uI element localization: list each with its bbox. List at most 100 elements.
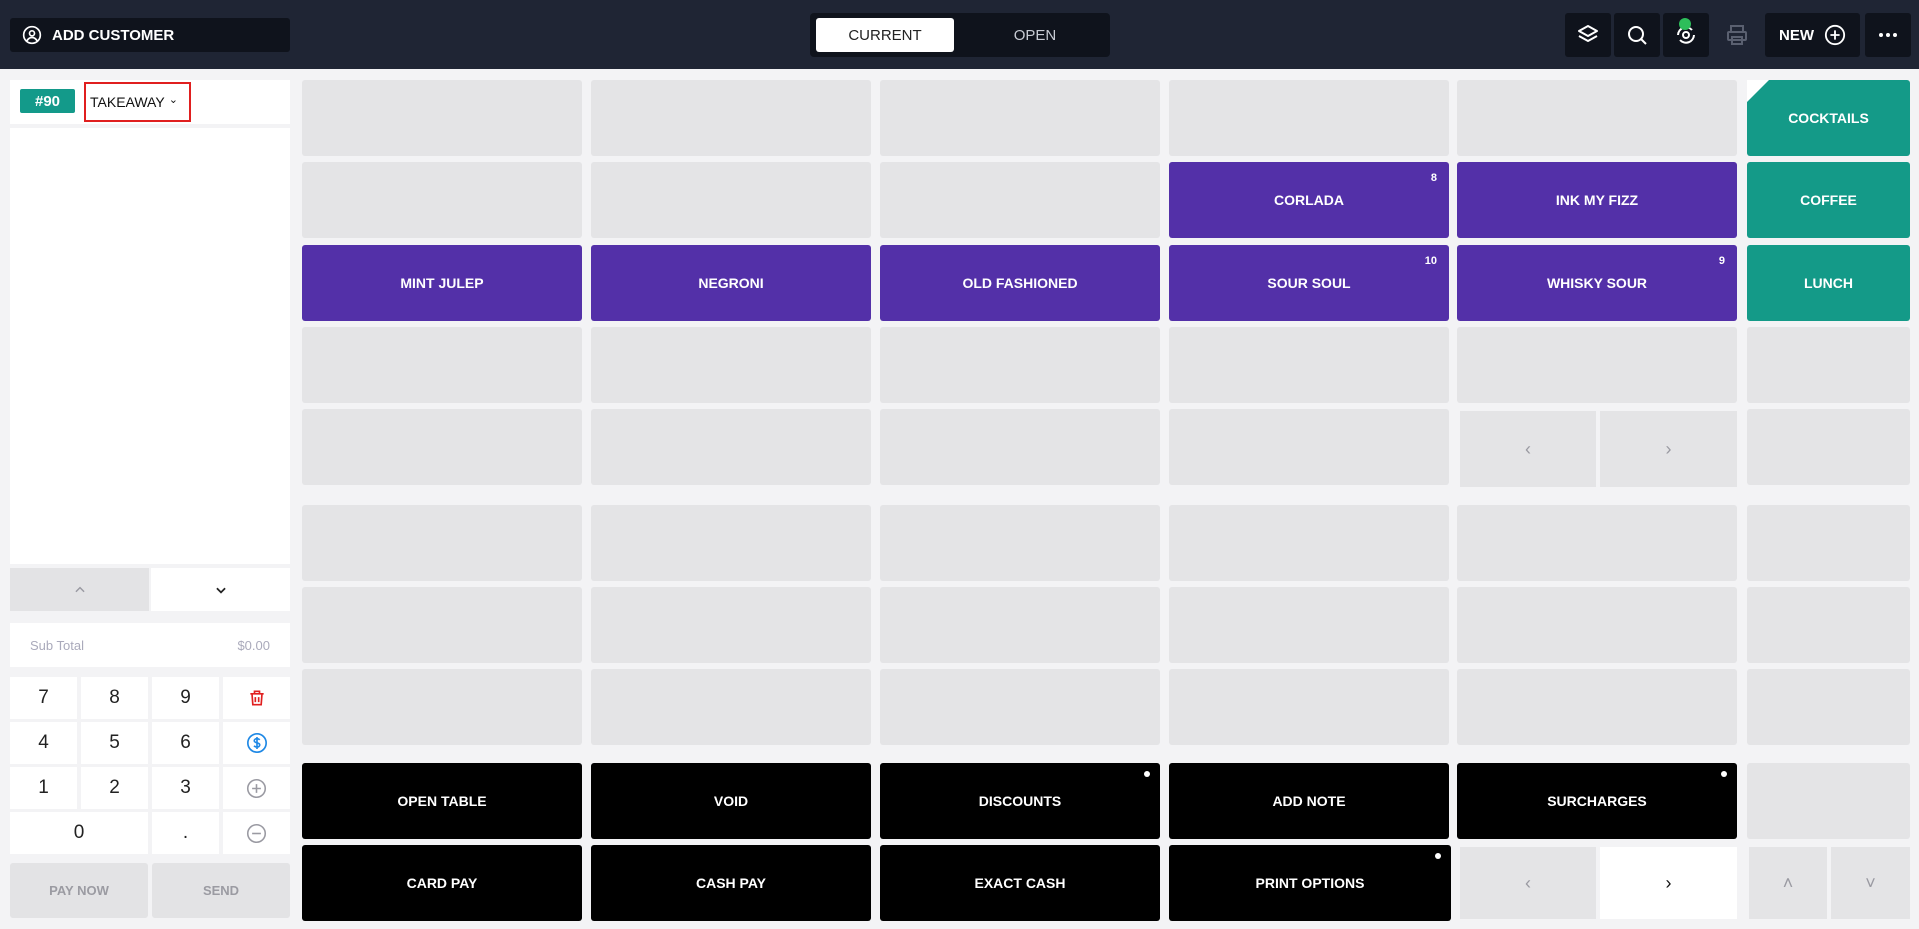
category-slot-empty[interactable] (1747, 327, 1910, 403)
product-slot-empty[interactable] (302, 505, 582, 581)
surcharges-button[interactable]: SURCHARGES (1457, 763, 1737, 839)
key-5[interactable]: 5 (81, 722, 148, 764)
send-button[interactable]: SEND (152, 863, 290, 918)
category-slot-empty[interactable] (1747, 409, 1910, 485)
product-ink-my-fizz[interactable]: INK MY FIZZ (1457, 162, 1737, 238)
product-slot-empty[interactable] (1457, 669, 1737, 745)
product-slot-empty[interactable] (1457, 587, 1737, 663)
price-button[interactable] (223, 722, 290, 764)
product-slot-empty[interactable] (1169, 505, 1449, 581)
category-coffee[interactable]: COFFEE (1747, 162, 1910, 238)
key-3[interactable]: 3 (152, 767, 219, 809)
add-customer-button[interactable]: ADD CUSTOMER (10, 18, 290, 52)
action-page-prev-button[interactable]: ‹ (1460, 847, 1596, 919)
order-type-dropdown[interactable]: TAKEAWAY ⌄ (84, 82, 191, 122)
action-label: CARD PAY (406, 875, 478, 891)
key-4[interactable]: 4 (10, 722, 77, 764)
product-negroni[interactable]: NEGRONI (591, 245, 871, 321)
product-page-next-button[interactable]: › (1600, 411, 1737, 487)
exact-cash-button[interactable]: EXACT CASH (880, 845, 1160, 921)
stock-badge: 8 (1430, 172, 1437, 184)
product-slot-empty[interactable] (302, 327, 582, 403)
action-page-next-button[interactable]: › (1600, 847, 1737, 919)
product-whisky-sour[interactable]: WHISKY SOUR 9 (1457, 245, 1737, 321)
product-slot-empty[interactable] (880, 327, 1160, 403)
product-sour-soul[interactable]: SOUR SOUL 10 (1169, 245, 1449, 321)
category-slot-empty[interactable] (1747, 763, 1910, 839)
product-slot-empty[interactable] (880, 162, 1160, 238)
product-slot-empty[interactable] (1169, 587, 1449, 663)
category-lunch[interactable]: LUNCH (1747, 245, 1910, 321)
order-view-toggle: CURRENT OPEN (810, 13, 1110, 57)
key-7[interactable]: 7 (10, 677, 77, 719)
scroll-up-button[interactable] (10, 568, 149, 611)
discounts-button[interactable]: DISCOUNTS (880, 763, 1160, 839)
open-table-button[interactable]: OPEN TABLE (302, 763, 582, 839)
category-scroll-down-button[interactable]: ˅ (1831, 847, 1910, 919)
category-cocktails[interactable]: COCKTAILS (1747, 80, 1910, 156)
plus-circle-icon (1824, 24, 1846, 46)
product-slot-empty[interactable] (591, 162, 871, 238)
category-slot-empty[interactable] (1747, 669, 1910, 745)
decrease-qty-button[interactable] (223, 812, 290, 854)
product-slot-empty[interactable] (302, 162, 582, 238)
cash-pay-button[interactable]: CASH PAY (591, 845, 871, 921)
order-items-list[interactable] (10, 128, 290, 564)
product-slot-empty[interactable] (880, 587, 1160, 663)
key-0[interactable]: 0 (10, 812, 148, 854)
product-slot-empty[interactable] (1457, 327, 1737, 403)
product-old-fashioned[interactable]: OLD FASHIONED (880, 245, 1160, 321)
plus-circle-icon (246, 778, 267, 798)
product-slot-empty[interactable] (302, 409, 582, 485)
product-slot-empty[interactable] (1457, 505, 1737, 581)
product-slot-empty[interactable] (1169, 80, 1449, 156)
void-button[interactable]: VOID (591, 763, 871, 839)
pay-now-button[interactable]: PAY NOW (10, 863, 148, 918)
product-page-prev-button[interactable]: ‹ (1460, 411, 1596, 487)
more-menu-button[interactable] (1865, 13, 1911, 57)
product-slot-empty[interactable] (591, 327, 871, 403)
product-name: INK MY FIZZ (1555, 192, 1639, 208)
print-button[interactable] (1714, 13, 1760, 57)
print-options-button[interactable]: PRINT OPTIONS (1169, 845, 1451, 921)
product-mint-julep[interactable]: MINT JULEP (302, 245, 582, 321)
product-slot-empty[interactable] (880, 669, 1160, 745)
product-slot-empty[interactable] (302, 669, 582, 745)
product-slot-empty[interactable] (302, 80, 582, 156)
new-order-button[interactable]: NEW (1765, 13, 1860, 57)
increase-qty-button[interactable] (223, 767, 290, 809)
key-2[interactable]: 2 (81, 767, 148, 809)
search-button[interactable] (1614, 13, 1660, 57)
add-note-button[interactable]: ADD NOTE (1169, 763, 1449, 839)
product-slot-empty[interactable] (1169, 409, 1449, 485)
key-8[interactable]: 8 (81, 677, 148, 719)
category-scroll-up-button[interactable]: ˄ (1749, 847, 1827, 919)
product-slot-empty[interactable] (591, 80, 871, 156)
stock-badge: 10 (1424, 255, 1437, 267)
delete-button[interactable] (223, 677, 290, 719)
product-slot-empty[interactable] (302, 587, 582, 663)
product-slot-empty[interactable] (880, 505, 1160, 581)
product-slot-empty[interactable] (1169, 327, 1449, 403)
product-slot-empty[interactable] (591, 669, 871, 745)
card-pay-button[interactable]: CARD PAY (302, 845, 582, 921)
key-9[interactable]: 9 (152, 677, 219, 719)
category-slot-empty[interactable] (1747, 505, 1910, 581)
key-decimal[interactable]: . (152, 812, 219, 854)
scroll-down-button[interactable] (151, 568, 290, 611)
category-slot-empty[interactable] (1747, 587, 1910, 663)
tab-current[interactable]: CURRENT (816, 18, 954, 52)
tab-open[interactable]: OPEN (966, 18, 1104, 52)
action-label: SURCHARGES (1547, 793, 1647, 809)
key-6[interactable]: 6 (152, 722, 219, 764)
product-slot-empty[interactable] (1457, 80, 1737, 156)
product-slot-empty[interactable] (880, 409, 1160, 485)
product-slot-empty[interactable] (1169, 669, 1449, 745)
layers-button[interactable] (1565, 13, 1611, 57)
product-slot-empty[interactable] (591, 505, 871, 581)
product-slot-empty[interactable] (591, 587, 871, 663)
product-corlada[interactable]: CORLADA 8 (1169, 162, 1449, 238)
product-slot-empty[interactable] (880, 80, 1160, 156)
product-slot-empty[interactable] (591, 409, 871, 485)
key-1[interactable]: 1 (10, 767, 77, 809)
